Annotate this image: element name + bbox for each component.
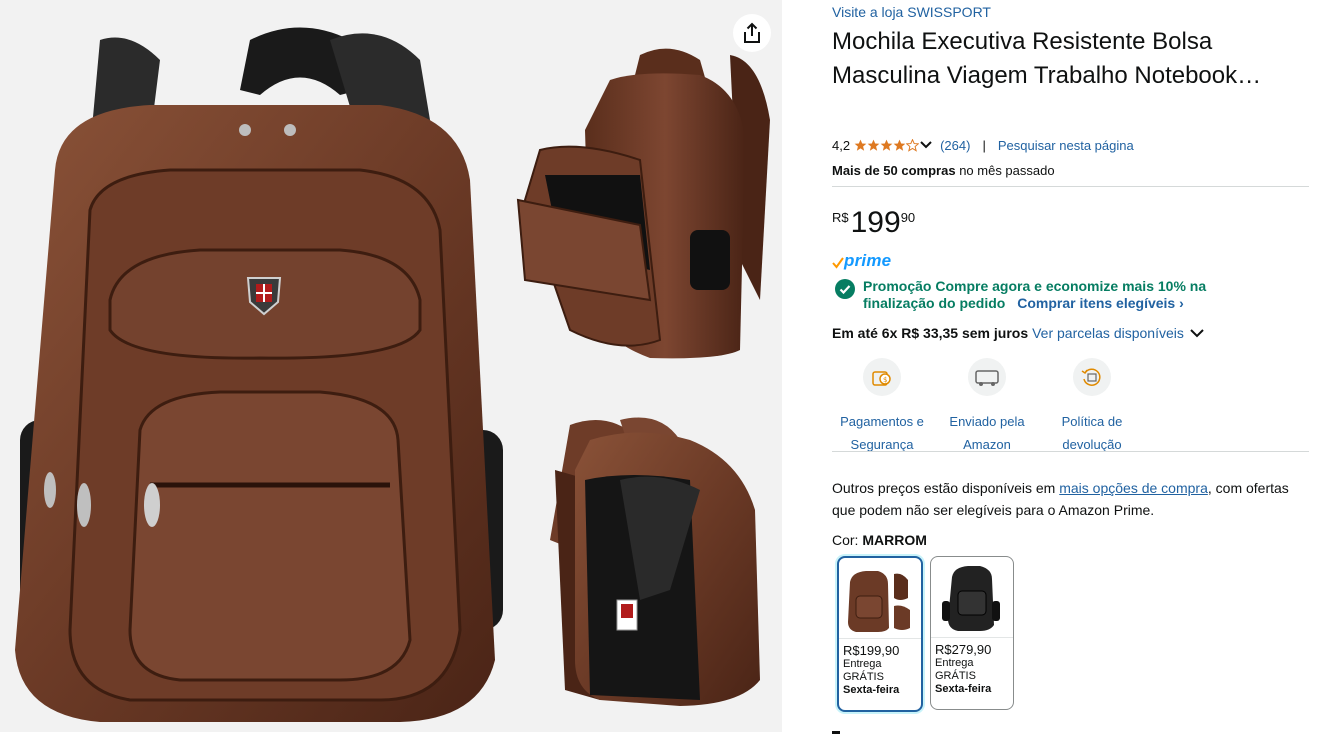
badge-return-line1: Política de [1061,414,1123,429]
trust-badges: $ Pagamentos e Segurança Enviado pela Amaz… [832,358,1162,452]
check-circle-icon [835,279,855,299]
swatch-delivery-line1: Entrega [935,657,974,669]
swatch-thumbnail [839,558,921,639]
next-section-peek [832,726,1032,734]
product-main-image[interactable] [0,0,782,732]
swatch-delivery-line2: GRÁTIS [935,670,976,682]
payment-security-icon: $ [863,358,901,396]
product-title: Mochila Executiva Resistente Bolsa Mascu… [832,28,1262,89]
search-page-link[interactable]: Pesquisar nesta página [998,138,1134,153]
other-offers-text: Outros preços estão disponíveis em mais … [832,477,1302,521]
swatch-delivery-day: Sexta-feira [843,684,900,696]
share-button[interactable] [733,14,771,52]
swatch-delivery-day: Sexta-feira [935,683,992,695]
divider: | [982,137,986,153]
rating-stars[interactable] [854,138,920,152]
swatch-delivery-line2: GRÁTIS [843,671,884,683]
color-value: MARROM [862,532,927,548]
purchase-count-bold: Mais de 50 compras [832,163,956,178]
prime-check-icon [832,257,844,269]
divider-line [832,451,1309,452]
badge-shipped-line1: Enviado pela [949,414,1025,429]
badge-return-policy[interactable]: Política de devolução [1037,358,1147,456]
chevron-down-icon[interactable] [920,140,932,150]
prime-label: prime [844,251,892,270]
installments-link[interactable]: Ver parcelas disponíveis [1032,325,1184,341]
star-icon [867,139,880,151]
return-policy-icon [1073,358,1111,396]
badge-payment-security[interactable]: $ Pagamentos e Segurança [827,358,937,456]
promotion: Promoção Compre agora e economize mais 1… [835,278,1275,312]
star-icon [893,139,906,151]
more-buying-options-link[interactable]: mais opções de compra [1059,480,1208,496]
promotion-link-label: Comprar itens elegíveis [1017,295,1176,311]
divider-line [832,186,1309,187]
badge-payment-line1: Pagamentos e [840,414,924,429]
color-prefix: Cor: [832,532,859,548]
color-label: Cor: MARROM [832,532,927,548]
other-offers-before: Outros preços estão disponíveis em [832,480,1060,496]
installments: Em até 6x R$ 33,35 sem juros Ver parcela… [832,325,1204,341]
star-icon [854,139,867,151]
star-icon [880,139,893,151]
store-link[interactable]: Visite a loja SWISSPORT [832,4,991,20]
badge-return-line2: devolução [1062,437,1122,452]
review-count-link[interactable]: (264) [940,138,970,153]
star-outline-icon [906,138,920,152]
share-icon [744,22,760,43]
rating-value: 4,2 [832,137,851,153]
delivery-truck-icon [968,358,1006,396]
product-image-gallery[interactable] [0,0,782,732]
swatch-price: R$279,90 [935,642,992,657]
promotion-link[interactable]: Comprar itens elegíveis › [1017,295,1184,311]
price-symbol: R$ [832,210,849,225]
installments-text: Em até 6x R$ 33,35 sem juros [832,325,1029,341]
price-whole: 199 [850,206,901,239]
purchase-count-rest: no mês passado [959,163,1055,178]
badge-shipped-by-amazon[interactable]: Enviado pela Amazon [932,358,1042,456]
color-swatch-black[interactable]: R$279,90 Entrega GRÁTIS Sexta-feira [930,556,1014,710]
price: R$ 199 90 [832,206,915,240]
swatch-delivery-line1: Entrega [843,658,882,670]
rating-row: 4,2 (264) | Pesquisar nesta página [832,136,1134,154]
badge-payment-line2: Segurança [850,437,914,452]
purchase-count: Mais de 50 compras no mês passado [832,163,1055,178]
prime-badge: prime [832,251,891,271]
swatch-thumbnail [931,557,1013,638]
badge-shipped-line2: Amazon [963,437,1011,452]
svg-text:$: $ [883,376,887,384]
swatch-price: R$199,90 [843,643,900,658]
price-fraction: 90 [900,210,916,225]
color-swatch-brown[interactable]: R$199,90 Entrega GRÁTIS Sexta-feira [837,556,923,712]
chevron-down-icon[interactable] [1190,328,1204,338]
